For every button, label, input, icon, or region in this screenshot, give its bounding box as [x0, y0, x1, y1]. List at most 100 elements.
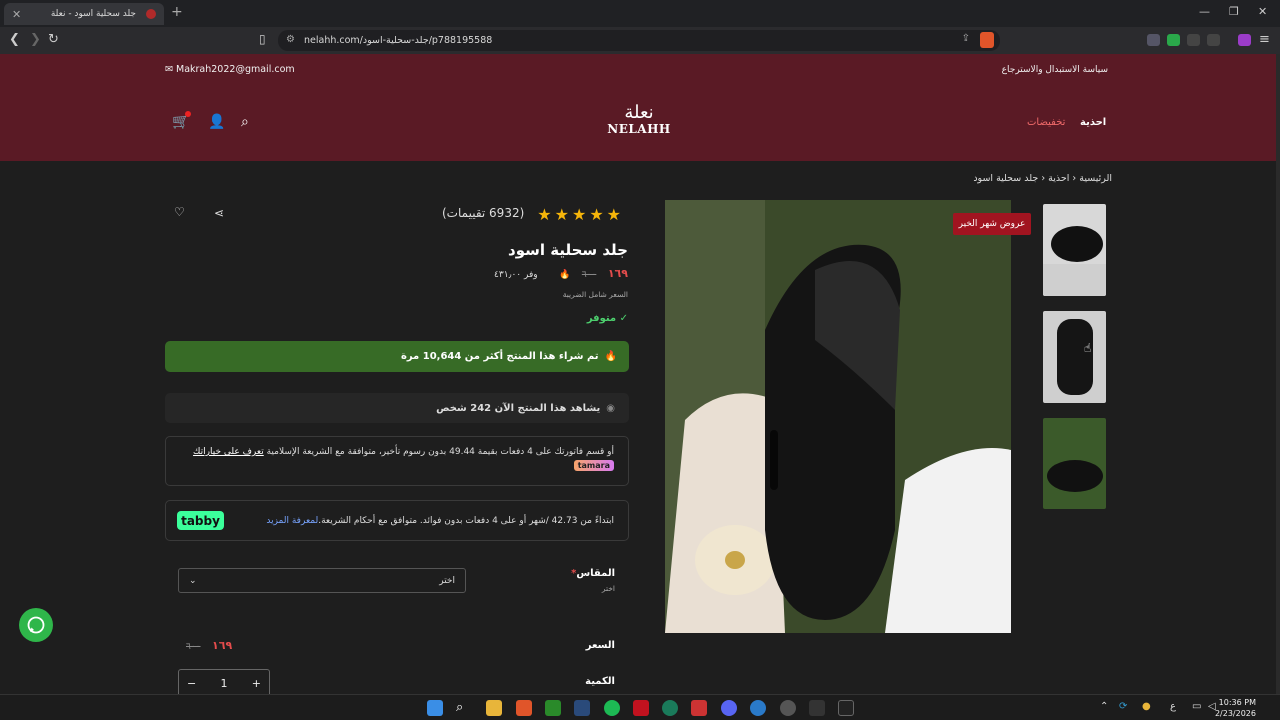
check-circle-icon: ✓: [616, 313, 628, 324]
policy-link[interactable]: سياسة الاستبدال والاسترجاع: [1002, 65, 1108, 75]
browser-tab[interactable]: ✕ جلد سحلية اسود - نعلة: [4, 3, 164, 25]
vpn-icon[interactable]: [1147, 34, 1160, 46]
decrease-qty-button[interactable]: −: [187, 677, 196, 690]
fire-icon: 🔥: [559, 270, 571, 280]
flame-icon: 🔥: [604, 351, 617, 362]
minimize-icon[interactable]: —: [1199, 5, 1210, 18]
brave-icon[interactable]: [516, 700, 532, 716]
save-amount: وفر ٤٣١٫٠٠: [494, 270, 538, 280]
file-explorer-icon[interactable]: [486, 700, 502, 716]
product-thumbnail-3[interactable]: [1043, 418, 1106, 509]
whatsapp-chat-button[interactable]: [19, 608, 53, 642]
menu-icon[interactable]: ≡: [1259, 32, 1270, 47]
user-icon[interactable]: 👤: [208, 114, 225, 130]
share-page-icon[interactable]: ⇪: [962, 33, 970, 44]
tabby-installments: ابتداءً من 42.73 /شهر أو على 4 دفعات بدو…: [165, 500, 629, 541]
steam-icon[interactable]: [574, 700, 590, 716]
product-main-image[interactable]: [665, 200, 1011, 633]
tamara-link[interactable]: تعرف على خياراتك: [193, 447, 264, 457]
tabby-text: ابتداءً من 42.73 /شهر أو على 4 دفعات بدو…: [318, 515, 614, 526]
size-select[interactable]: اختر ⌄: [178, 568, 466, 593]
product-title: جلد سحلية اسود: [508, 241, 628, 259]
chevron-left-icon: ‹: [1038, 173, 1046, 184]
xbox-icon[interactable]: [545, 700, 561, 716]
promo-badge: عروض شهر الخير: [953, 213, 1031, 235]
wishlist-heart-icon[interactable]: ♡: [174, 205, 185, 219]
tamara-text: أو قسم فاتورتك على 4 دفعات بقيمة 49.44 ب…: [266, 447, 614, 457]
current-price: ١٦٩: [607, 267, 628, 280]
language-indicator[interactable]: ع: [1170, 701, 1176, 712]
cart-badge: [185, 111, 191, 117]
extensions-icon[interactable]: [1187, 34, 1200, 46]
reload-icon[interactable]: ↻: [48, 32, 59, 47]
os-taskbar: ⌕ ⌃ ⟳ ● ع ▭ ◁ 10:36 PM 2/23/2026: [0, 694, 1280, 720]
clock-time: 10:36 PM: [1218, 698, 1256, 707]
network-icon[interactable]: ▭: [1192, 701, 1201, 712]
nav-sales[interactable]: تخفيضات: [1027, 117, 1065, 128]
close-tab-icon[interactable]: ✕: [12, 8, 21, 21]
breadcrumb-category[interactable]: احذية: [1048, 173, 1069, 184]
upwork-icon[interactable]: [662, 700, 678, 716]
mouse-cursor-icon: ☝: [1084, 341, 1092, 355]
purchase-count-banner: 🔥 تم شراء هذا المنتج أكثر من 10,644 مرة: [165, 341, 629, 372]
contact-email[interactable]: ✉ Makrah2022@gmail.com: [165, 64, 295, 75]
url-input[interactable]: ⚙ nelahh.com/جلد-سحلية-اسود/p788195588 ⇪: [278, 30, 1000, 51]
extension-green-icon[interactable]: [1167, 34, 1180, 46]
breadcrumb-current: جلد سحلية اسود: [973, 173, 1039, 184]
edge-icon[interactable]: [750, 700, 766, 716]
page-scrollbar[interactable]: [1276, 54, 1280, 694]
tabby-link[interactable]: لمعرفة المزيد: [266, 516, 318, 526]
tab-title: جلد سحلية اسود - نعلة: [50, 9, 136, 19]
discord-icon[interactable]: [721, 700, 737, 716]
download-icon[interactable]: [1207, 34, 1220, 46]
breadcrumb-home[interactable]: الرئيسية: [1079, 173, 1112, 184]
start-icon[interactable]: [427, 700, 443, 716]
quantity-value[interactable]: 1: [221, 677, 228, 690]
capcut-icon[interactable]: [809, 700, 825, 716]
reviews-count[interactable]: (6932 تقييمات): [442, 206, 524, 220]
site-header: ✉ Makrah2022@gmail.com سياسة الاستبدال و…: [0, 54, 1276, 161]
back-icon[interactable]: ❮: [9, 32, 20, 47]
site-favicon-icon: [146, 9, 156, 19]
summary-old-price: ٦٠٠: [186, 642, 201, 652]
increase-qty-button[interactable]: +: [252, 677, 261, 690]
close-window-icon[interactable]: ✕: [1258, 5, 1267, 18]
chevron-up-icon[interactable]: ⌃: [1100, 701, 1108, 712]
forward-icon[interactable]: ❯: [30, 32, 41, 47]
quantity-stepper: − 1 +: [178, 669, 270, 694]
chevron-left-icon: ‹: [1069, 173, 1077, 184]
site-logo[interactable]: نعلة NELAHH: [604, 104, 674, 140]
brave-shields-icon[interactable]: [980, 32, 994, 48]
bookmark-icon[interactable]: ▯: [259, 32, 266, 46]
size-hint: اختر: [601, 584, 615, 593]
whatsapp-icon: [27, 616, 45, 634]
netflix-icon[interactable]: [633, 700, 649, 716]
search-icon[interactable]: ⌕: [241, 114, 249, 130]
sync-icon[interactable]: ⟳: [1119, 701, 1127, 712]
restore-icon[interactable]: ❐: [1229, 5, 1239, 18]
address-bar: ❮ ❯ ↻ ▯ ⚙ nelahh.com/جلد-سحلية-اسود/p788…: [0, 27, 1280, 54]
mic-icon[interactable]: ●: [1142, 701, 1151, 712]
app-icon[interactable]: [691, 700, 707, 716]
nav-shoes[interactable]: احذية: [1080, 117, 1106, 128]
terminal-icon[interactable]: [838, 700, 854, 716]
url-text: nelahh.com/جلد-سحلية-اسود/p788195588: [304, 35, 493, 46]
tamara-logo: tamara: [573, 460, 614, 471]
clock[interactable]: 10:36 PM 2/23/2026: [1215, 697, 1256, 719]
size-label: المقاس*: [571, 568, 615, 579]
profile-icon[interactable]: [1238, 34, 1251, 46]
spotify-icon[interactable]: [604, 700, 620, 716]
new-tab-icon[interactable]: +: [171, 4, 183, 20]
product-thumbnail-1[interactable]: [1043, 204, 1106, 296]
price-summary: ١٦٩ ٦٠٠: [178, 639, 232, 652]
tax-note: السعر شامل الضريبة: [562, 290, 628, 299]
summary-price: ١٦٩: [212, 639, 233, 652]
product-thumbnail-2[interactable]: ☝: [1043, 311, 1106, 403]
price-line: ١٦٩ ٦٠٠ 🔥 وفر ٤٣١٫٠٠: [494, 267, 628, 280]
search-taskbar-icon[interactable]: ⌕: [456, 700, 472, 716]
share-icon[interactable]: ⋖: [214, 206, 224, 220]
site-info-icon[interactable]: ⚙: [286, 34, 295, 45]
live-viewers-banner: ◉ يشاهد هذا المنتج الآن 242 شخص: [165, 393, 629, 423]
chatgpt-icon[interactable]: [780, 700, 796, 716]
chevron-down-icon: ⌄: [189, 575, 197, 586]
